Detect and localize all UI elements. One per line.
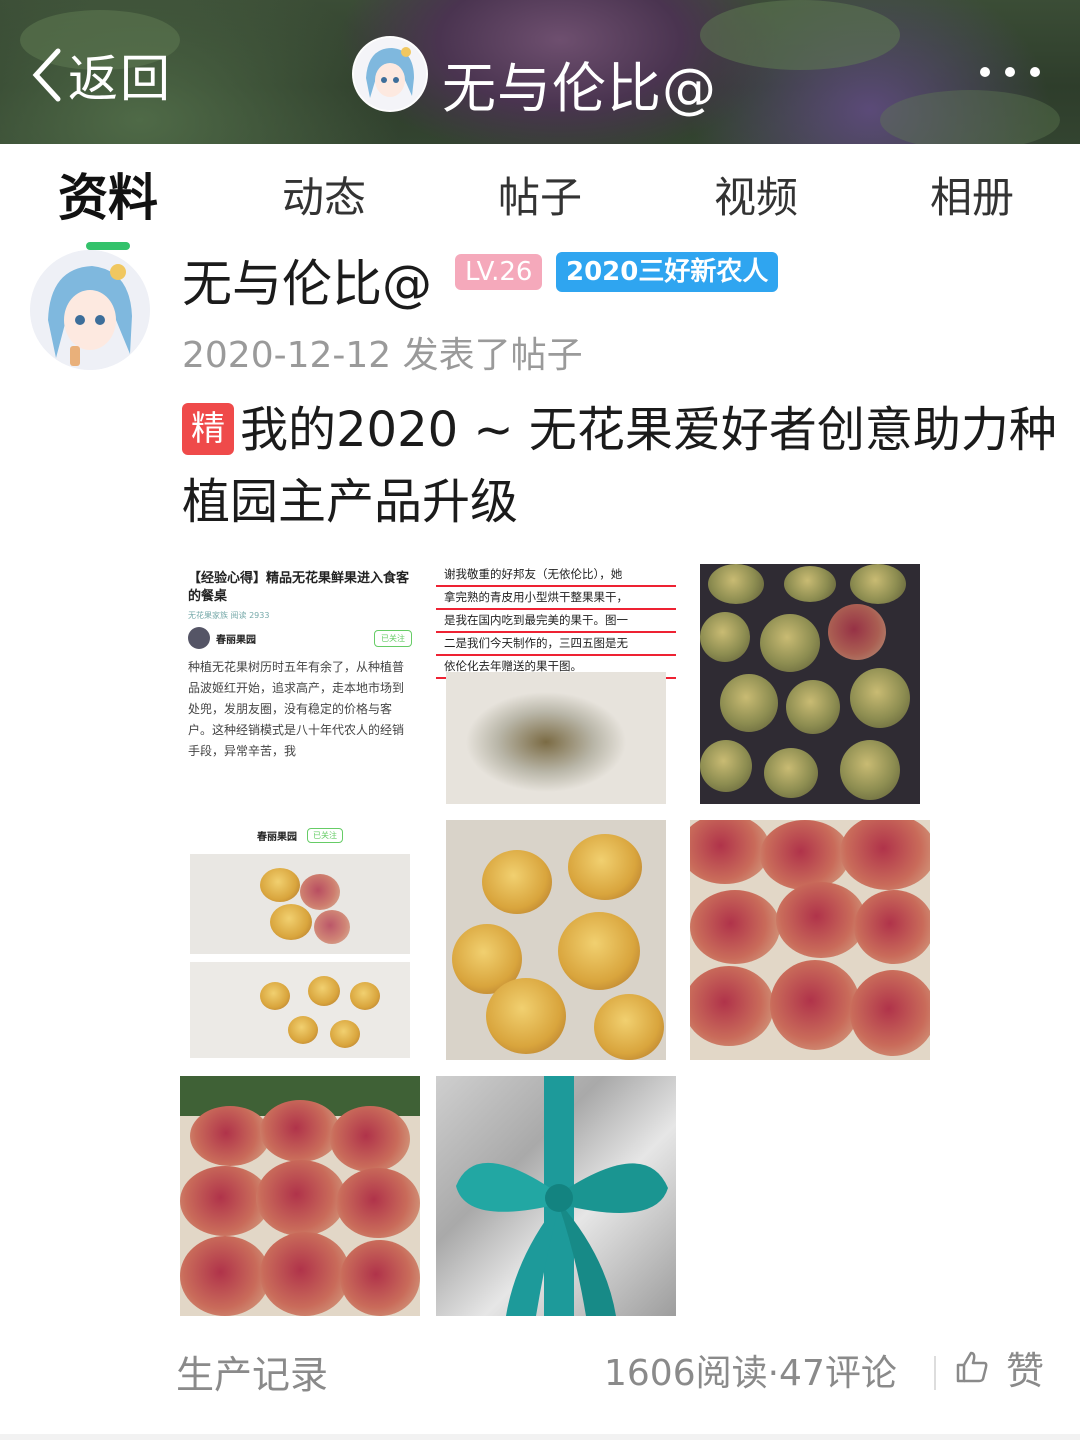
post-image-8[interactable] <box>436 1076 676 1316</box>
tab-activity[interactable]: 动态 <box>216 144 432 244</box>
jar-photo <box>446 672 666 804</box>
tab-videos[interactable]: 视频 <box>648 144 864 244</box>
quote-line: 谢我敬重的好邦友（无依伦比），她 <box>436 564 676 587</box>
post-image-1[interactable]: 【经验心得】精品无花果鲜果进入食客的餐桌 无花果家族 阅读 2933 春丽果园 … <box>180 564 420 804</box>
post-image-7[interactable] <box>180 1076 420 1316</box>
thumbs-up-icon <box>956 1351 988 1383</box>
post-title[interactable]: 精我的2020 ~ 无花果爱好者创意助力种植园主产品升级 <box>182 394 1062 538</box>
tab-profile[interactable]: 资料 <box>0 144 216 244</box>
quote-line: 二是我们今天制作的，三四五图是无 <box>436 633 676 656</box>
jar-photo <box>190 854 410 954</box>
featured-badge: 精 <box>182 403 234 455</box>
back-button[interactable]: 返回 <box>30 40 172 110</box>
back-label: 返回 <box>68 50 172 108</box>
more-button[interactable] <box>980 56 1040 88</box>
level-badge: LV.26 <box>455 254 543 290</box>
article-user-row: 春丽果园 已关注 <box>180 625 420 651</box>
tab-posts[interactable]: 帖子 <box>432 144 648 244</box>
quote-line: 是我在国内吃到最完美的果干。图一 <box>436 610 676 633</box>
tray-photo <box>190 962 410 1058</box>
bottom-separator <box>0 1434 1080 1440</box>
header-title: 无与伦比@ <box>442 57 717 120</box>
footer-divider <box>934 1356 936 1390</box>
profile-tabs: 资料 动态 帖子 视频 相册 <box>0 144 1080 244</box>
mini-app-follow: 已关注 <box>307 827 343 843</box>
article-body: 种植无花果树历时五年有余了，从种植普品波姬红开始，追求高产，走本地市场到处兜，发… <box>188 660 405 758</box>
profile-header: 返回 无与伦比@ <box>0 0 1080 144</box>
author-avatar[interactable] <box>30 250 150 370</box>
post-image-6[interactable] <box>690 820 930 1060</box>
mini-app-user: 春丽果园 <box>257 831 297 843</box>
post-image-3[interactable] <box>700 564 920 804</box>
post-date: 2020-12-12 发表了帖子 <box>182 335 583 376</box>
more-dots-icon <box>980 67 990 77</box>
article-follow-badge: 已关注 <box>374 629 412 647</box>
article-user-name: 春丽果园 <box>216 634 256 646</box>
tab-albums[interactable]: 相册 <box>864 144 1080 244</box>
quote-text: 谢我敬重的好邦友（无依伦比），她 拿完熟的青皮用小型烘干整果果干， 是我在国内吃… <box>436 564 676 679</box>
post-image-5[interactable] <box>446 820 666 1060</box>
article-headline: 【经验心得】精品无花果鲜果进入食客的餐桌 <box>188 571 410 604</box>
post-image-4[interactable]: 春丽果园 已关注 <box>180 820 420 1060</box>
post-stats: 1606阅读·47评论 <box>604 1353 897 1394</box>
post-image-2[interactable]: 谢我敬重的好邦友（无依伦比），她 拿完熟的青皮用小型烘干整果果干， 是我在国内吃… <box>436 564 676 804</box>
ribbon-graphic <box>456 1076 668 1316</box>
post-tag[interactable]: 生产记录 <box>176 1344 328 1399</box>
honor-badge: 2020三好新农人 <box>556 252 779 292</box>
article-user-avatar <box>188 627 210 649</box>
post-title-text: 我的2020 ~ 无花果爱好者创意助力种植园主产品升级 <box>182 402 1057 530</box>
mini-app-header: 春丽果园 已关注 <box>180 820 420 850</box>
like-button[interactable]: 赞 <box>954 1342 1045 1393</box>
header-avatar[interactable] <box>352 36 428 112</box>
article-meta: 无花果家族 阅读 2933 <box>188 611 270 620</box>
online-indicator <box>86 242 130 250</box>
like-label: 赞 <box>1006 1348 1045 1393</box>
author-name[interactable]: 无与伦比@ <box>182 244 432 316</box>
quote-line: 拿完熟的青皮用小型烘干整果果干， <box>436 587 676 610</box>
chevron-left-icon <box>32 48 61 102</box>
